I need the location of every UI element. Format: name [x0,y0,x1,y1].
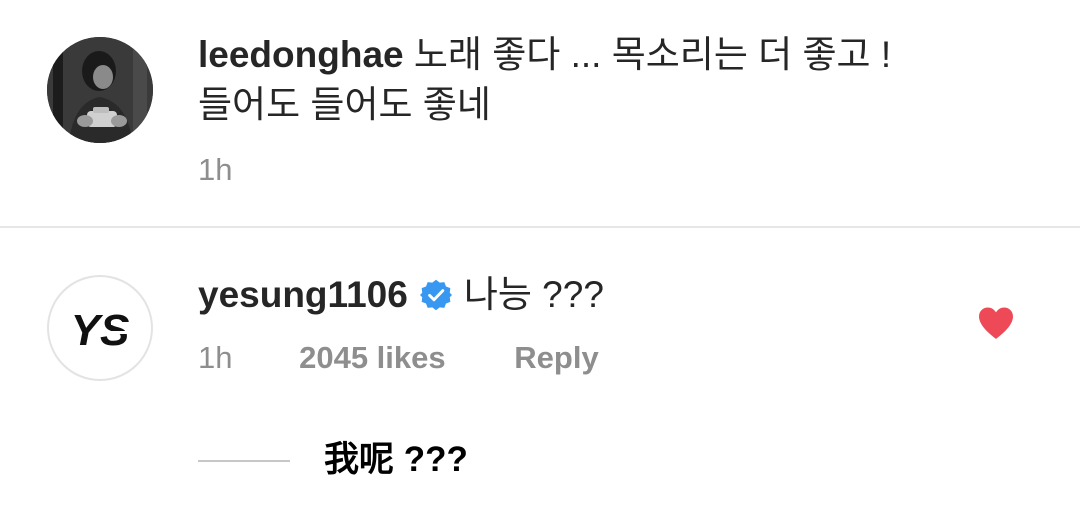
comment-meta: 1h 2045 likes Reply [198,340,599,376]
replies-divider-line [198,460,290,462]
view-replies-label[interactable]: 我呢 ??? [324,435,468,485]
comment-yesung1106: YS yesung1106 나능 ??? 1h 2045 likes Reply… [0,228,1080,517]
comment-text: leedonghae 노래 좋다 ... 목소리는 더 좋고 ! 들어도 들어도… [198,30,891,130]
username[interactable]: leedonghae [198,34,404,75]
likes-count[interactable]: 2045 likes [299,340,446,376]
comment-body-line2: 들어도 들어도 좋네 [198,84,491,125]
ys-logo-icon: YS [71,306,133,355]
timestamp: 1h [198,152,233,187]
comment-body: 나능 ??? [463,274,604,315]
username[interactable]: yesung1106 [198,274,408,315]
avatar-leedonghae[interactable] [47,37,153,143]
reply-button[interactable]: Reply [514,340,598,376]
avatar-text: YS [71,306,130,355]
heart-icon[interactable] [977,306,1015,340]
comment-meta: 1h [198,152,232,188]
timestamp: 1h [198,340,233,375]
avatar-yesung1106[interactable]: YS [47,275,153,381]
comment-body: 노래 좋다 ... 목소리는 더 좋고 ! [413,34,892,75]
profile-photo-icon [47,37,153,143]
comment-text: yesung1106 나능 ??? [198,270,604,320]
comment-leedonghae: leedonghae 노래 좋다 ... 목소리는 더 좋고 ! 들어도 들어도… [0,0,1080,226]
verified-badge-icon [419,279,452,311]
